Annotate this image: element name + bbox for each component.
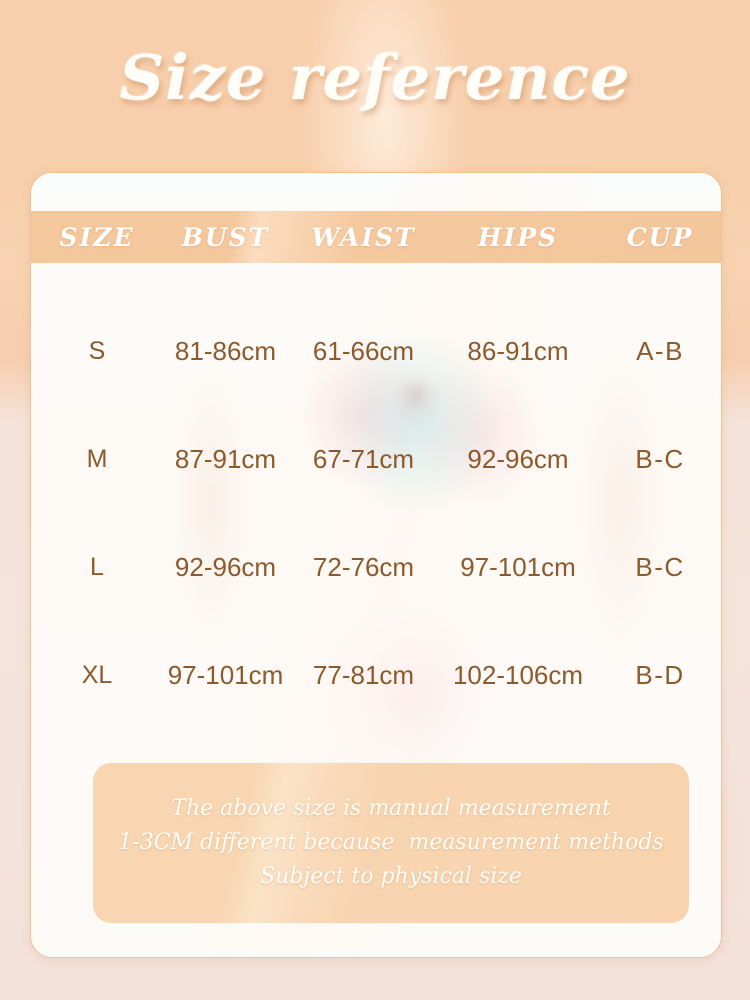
cell-waist: 72-76cm (312, 551, 415, 582)
cell-waist: 67-71cm (312, 443, 415, 474)
disclaimer-line-1: The above size is manual measurement (171, 796, 611, 822)
cell-hips: 86-91cm (467, 335, 569, 366)
column-header-size: SIZE (59, 222, 135, 252)
table-row: L 92-96cm 72-76cm 97-101cm B-C (31, 550, 721, 584)
cell-cup: A-B (636, 335, 684, 366)
cell-size: L (90, 552, 104, 581)
column-header-bust: BUST (181, 222, 270, 252)
disclaimer-line-3: Subject to physical size (260, 863, 522, 889)
cell-cup: B-D (635, 659, 685, 690)
cell-size: M (86, 444, 108, 473)
table-row: M 87-91cm 67-71cm 92-96cm B-C (31, 442, 721, 476)
measurement-disclaimer-box: The above size is manual measurement 1-3… (93, 763, 689, 923)
cell-waist: 77-81cm (312, 659, 415, 690)
table-body: S 81-86cm 61-66cm 86-91cm A-B M 87-91cm … (31, 263, 721, 808)
page-title: Size reference (119, 41, 631, 114)
cell-size: XL (81, 660, 113, 689)
cell-hips: 92-96cm (467, 443, 569, 474)
cell-cup: B-C (635, 551, 685, 582)
size-chart-card: SIZE BUST WAIST HIPS CUP S 81-86cm 61-66… (30, 172, 722, 958)
table-row: XL 97-101cm 77-81cm 102-106cm B-D (31, 658, 721, 692)
table-header-row: SIZE BUST WAIST HIPS CUP (31, 211, 721, 263)
column-header-cup: CUP (626, 222, 694, 252)
disclaimer-line-2: 1-3CM different because measurement meth… (118, 830, 664, 856)
cell-cup: B-C (635, 443, 685, 474)
table-row: S 81-86cm 61-66cm 86-91cm A-B (31, 334, 721, 368)
cell-size: S (88, 336, 106, 365)
cell-bust: 87-91cm (174, 443, 277, 474)
cell-waist: 61-66cm (312, 335, 415, 366)
cell-hips: 97-101cm (460, 551, 576, 582)
cell-bust: 97-101cm (167, 659, 284, 690)
cell-bust: 81-86cm (174, 335, 277, 366)
column-header-waist: WAIST (311, 222, 416, 252)
column-header-hips: HIPS (477, 222, 559, 252)
cell-bust: 92-96cm (174, 551, 277, 582)
cell-hips: 102-106cm (452, 659, 584, 690)
